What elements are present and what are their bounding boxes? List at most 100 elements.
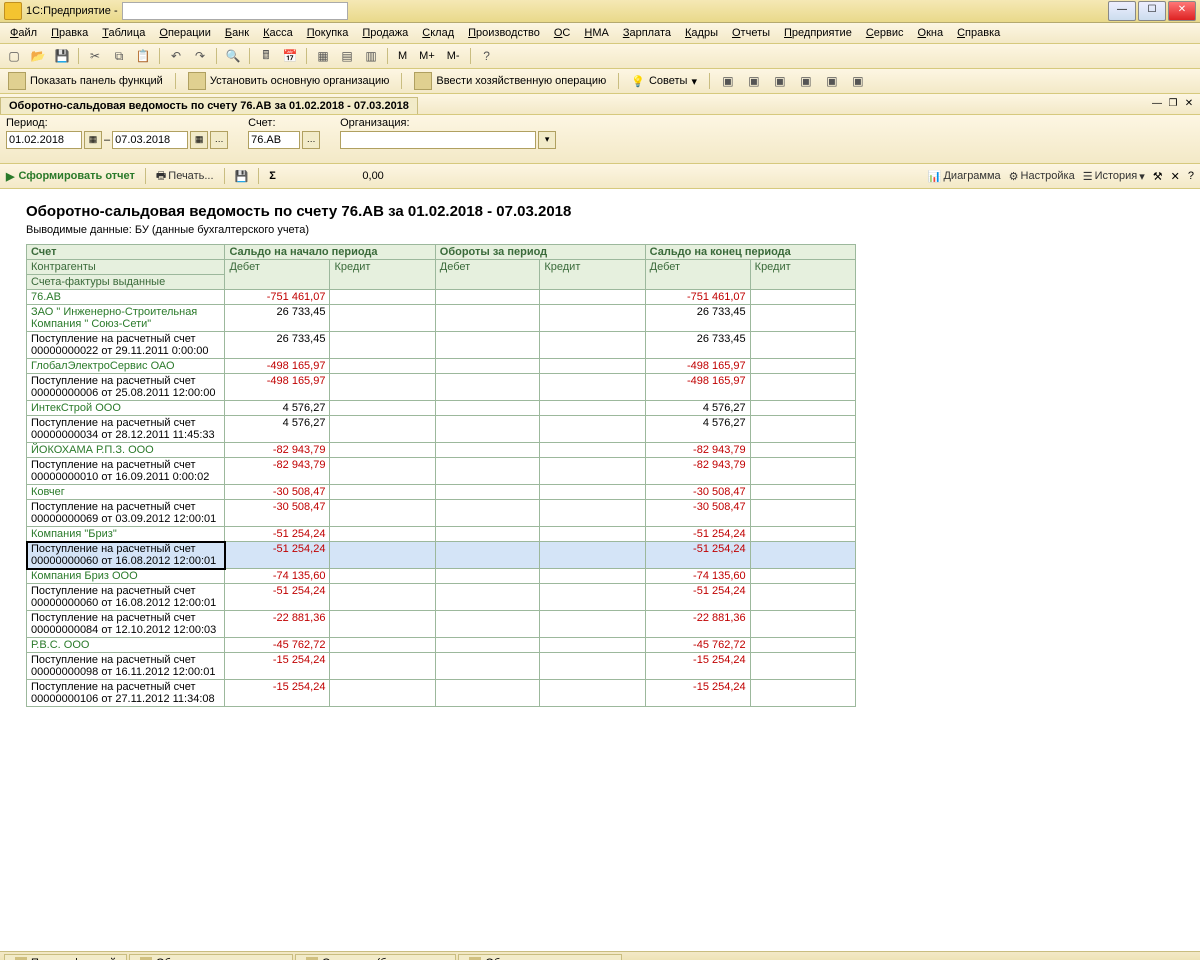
copy-icon[interactable]: ⧉: [109, 46, 129, 66]
doc-minimize-icon[interactable]: —: [1150, 97, 1164, 111]
table-row[interactable]: ЙОКОХАМА Р.П.З. ООО-82 943,79-82 943,79: [27, 443, 856, 458]
table-row[interactable]: Поступление на расчетный счет 0000000003…: [27, 416, 856, 443]
table-row[interactable]: Поступление на расчетный счет 0000000002…: [27, 332, 856, 359]
table-row[interactable]: Поступление на расчетный счет 0000000006…: [27, 584, 856, 611]
help-report-icon[interactable]: ?: [1188, 170, 1194, 182]
table-row[interactable]: Компания Бриз ООО-74 135,60-74 135,60: [27, 569, 856, 584]
menu-покупка[interactable]: Покупка: [301, 25, 355, 41]
table-row[interactable]: 76.АВ-751 461,07-751 461,07: [27, 290, 856, 305]
bottom-tab-2[interactable]: Операции (бухгалтерс...: [295, 954, 456, 960]
history-button[interactable]: ☰История▾: [1083, 170, 1145, 183]
extra-icon-6[interactable]: ▣: [848, 71, 868, 91]
table-row[interactable]: ГлобалЭлектроСервис ОАО-498 165,97-498 1…: [27, 359, 856, 374]
menu-правка[interactable]: Правка: [45, 25, 94, 41]
new-icon[interactable]: ▢: [4, 46, 24, 66]
set-org-button[interactable]: Установить основную организацию: [184, 71, 394, 91]
bottom-tab-1[interactable]: Оборотно-сальдовая в...: [129, 954, 293, 960]
menu-операции[interactable]: Операции: [153, 25, 216, 41]
menu-сервис[interactable]: Сервис: [860, 25, 910, 41]
memory-mplus[interactable]: M+: [415, 50, 439, 62]
menu-кадры[interactable]: Кадры: [679, 25, 724, 41]
memory-m[interactable]: M: [394, 50, 411, 62]
diagram-button[interactable]: 📊Диаграмма: [928, 170, 1001, 183]
minimize-button[interactable]: —: [1108, 1, 1136, 21]
merge-icon[interactable]: ▥: [361, 46, 381, 66]
doc-close-icon[interactable]: ✕: [1182, 97, 1196, 111]
menu-окна[interactable]: Окна: [912, 25, 950, 41]
list-icon: ☰: [1083, 170, 1093, 183]
extra-icon-3[interactable]: ▣: [770, 71, 790, 91]
table-row[interactable]: Р.В.С. ООО-45 762,72-45 762,72: [27, 638, 856, 653]
report-title: Оборотно-сальдовая ведомость по счету 76…: [26, 203, 1200, 220]
maximize-button[interactable]: ☐: [1138, 1, 1166, 21]
tips-button[interactable]: 💡Советы▾: [627, 74, 701, 89]
cells-icon[interactable]: ▤: [337, 46, 357, 66]
calendar-icon[interactable]: 📅: [280, 46, 300, 66]
title-input[interactable]: [122, 2, 348, 20]
menu-нма[interactable]: НМА: [578, 25, 614, 41]
table-icon[interactable]: ▦: [313, 46, 333, 66]
bottom-tab-3[interactable]: Оборотно-сальдовая в...: [458, 954, 622, 960]
options-icon[interactable]: ⚒: [1153, 170, 1163, 183]
form-report-button[interactable]: Сформировать отчет: [6, 170, 135, 183]
date-to-picker-icon[interactable]: ▦: [190, 131, 208, 149]
table-row[interactable]: Компания "Бриз"-51 254,24-51 254,24: [27, 527, 856, 542]
menu-производство[interactable]: Производство: [462, 25, 546, 41]
help-icon[interactable]: ?: [477, 46, 497, 66]
show-panel-button[interactable]: Показать панель функций: [4, 71, 167, 91]
enter-operation-button[interactable]: Ввести хозяйственную операцию: [410, 71, 610, 91]
table-row[interactable]: Поступление на расчетный счет 0000000010…: [27, 680, 856, 707]
menu-ос[interactable]: ОС: [548, 25, 577, 41]
save-icon[interactable]: 💾: [52, 46, 72, 66]
open-icon[interactable]: 📂: [28, 46, 48, 66]
extra-icon-1[interactable]: ▣: [718, 71, 738, 91]
date-from-picker-icon[interactable]: ▦: [84, 131, 102, 149]
account-select-icon[interactable]: …: [302, 131, 320, 149]
menu-предприятие[interactable]: Предприятие: [778, 25, 858, 41]
menu-склад[interactable]: Склад: [416, 25, 460, 41]
table-row[interactable]: ЗАО " Инженерно-Строительная Компания " …: [27, 305, 856, 332]
memory-mminus[interactable]: M-: [443, 50, 464, 62]
cut-icon[interactable]: ✂: [85, 46, 105, 66]
settings-button[interactable]: ⚙Настройка: [1009, 170, 1075, 183]
org-input[interactable]: [340, 131, 536, 149]
extra-icon-2[interactable]: ▣: [744, 71, 764, 91]
table-row[interactable]: Ковчег-30 508,47-30 508,47: [27, 485, 856, 500]
menu-зарплата[interactable]: Зарплата: [617, 25, 677, 41]
extra-icon-4[interactable]: ▣: [796, 71, 816, 91]
undo-icon[interactable]: ↶: [166, 46, 186, 66]
table-row[interactable]: Поступление на расчетный счет 0000000006…: [27, 542, 856, 569]
account-input[interactable]: [248, 131, 300, 149]
table-row[interactable]: Поступление на расчетный счет 0000000009…: [27, 653, 856, 680]
table-row[interactable]: Поступление на расчетный счет 0000000000…: [27, 374, 856, 401]
report-table[interactable]: Счет Сальдо на начало периода Обороты за…: [26, 244, 856, 707]
table-row[interactable]: ИнтекСтрой ООО4 576,274 576,27: [27, 401, 856, 416]
menu-отчеты[interactable]: Отчеты: [726, 25, 776, 41]
table-row[interactable]: Поступление на расчетный счет 0000000008…: [27, 611, 856, 638]
close-report-icon[interactable]: ✕: [1171, 170, 1180, 183]
bottom-tab-0[interactable]: Панель функций: [4, 954, 127, 960]
date-from-input[interactable]: [6, 131, 82, 149]
period-select-icon[interactable]: …: [210, 131, 228, 149]
print-button[interactable]: 🖶Печать...: [156, 167, 214, 186]
org-select-icon[interactable]: ▾: [538, 131, 556, 149]
menu-продажа[interactable]: Продажа: [356, 25, 414, 41]
paste-icon[interactable]: 📋: [133, 46, 153, 66]
extra-icon-5[interactable]: ▣: [822, 71, 842, 91]
save-report-icon[interactable]: 💾: [235, 170, 249, 183]
menu-файл[interactable]: Файл: [4, 25, 43, 41]
close-button[interactable]: ✕: [1168, 1, 1196, 21]
menu-справка[interactable]: Справка: [951, 25, 1006, 41]
table-row[interactable]: Поступление на расчетный счет 0000000001…: [27, 458, 856, 485]
date-to-input[interactable]: [112, 131, 188, 149]
document-tab[interactable]: Оборотно-сальдовая ведомость по счету 76…: [0, 97, 418, 114]
table-row[interactable]: Поступление на расчетный счет 0000000006…: [27, 500, 856, 527]
menu-таблица[interactable]: Таблица: [96, 25, 151, 41]
find-icon[interactable]: 🔍: [223, 46, 243, 66]
report-area[interactable]: Оборотно-сальдовая ведомость по счету 76…: [0, 189, 1200, 951]
menu-банк[interactable]: Банк: [219, 25, 255, 41]
redo-icon[interactable]: ↷: [190, 46, 210, 66]
menu-касса[interactable]: Касса: [257, 25, 299, 41]
calc-icon[interactable]: 🖩: [256, 46, 276, 66]
doc-restore-icon[interactable]: ❐: [1166, 97, 1180, 111]
